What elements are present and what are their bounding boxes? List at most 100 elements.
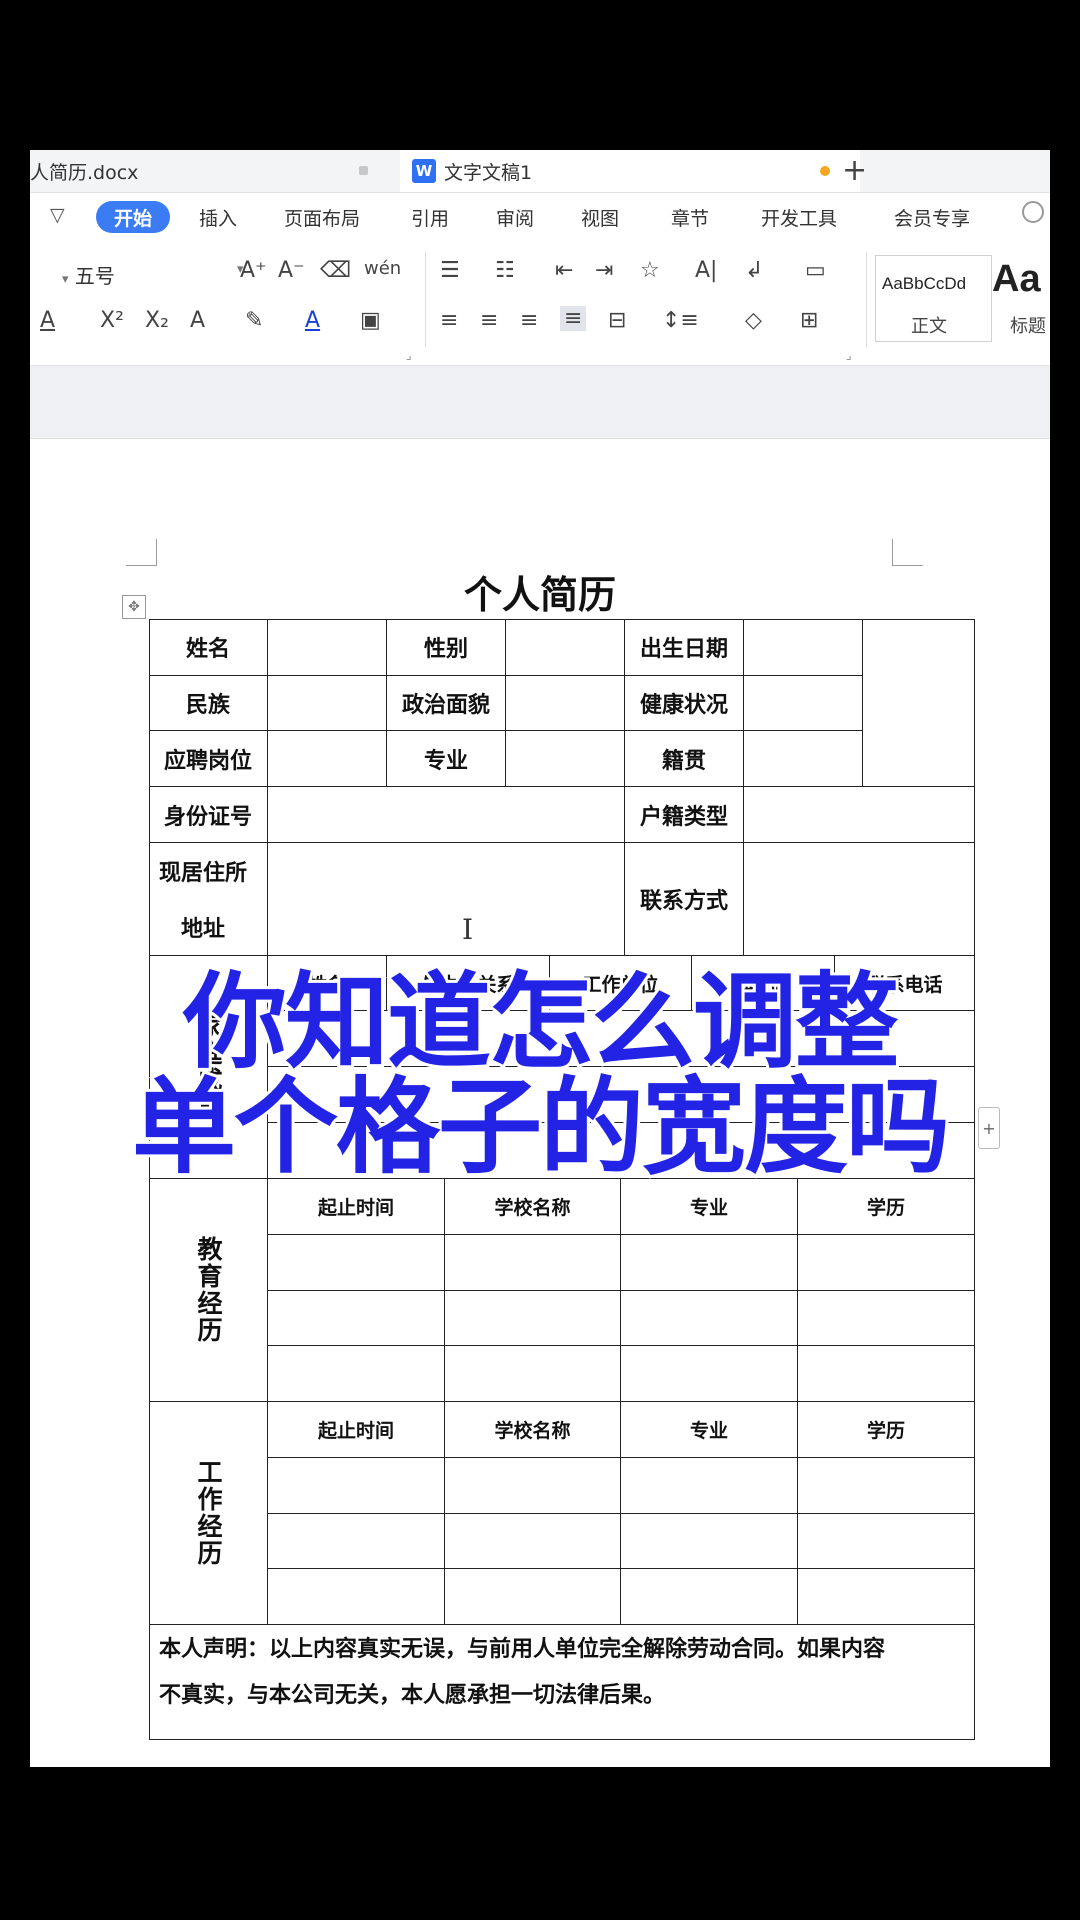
table-cell[interactable] xyxy=(744,731,863,787)
superscript-icon[interactable]: X² xyxy=(100,308,124,333)
table-cell[interactable] xyxy=(798,1346,975,1402)
tab-view[interactable]: 视图 xyxy=(581,204,619,231)
clear-format-icon[interactable]: ⌫ xyxy=(320,258,351,283)
style-name: 正文 xyxy=(911,316,947,337)
margin-corner-mark xyxy=(892,539,923,566)
tab-label: 人简历.docx xyxy=(30,161,139,184)
table-cell[interactable] xyxy=(268,787,625,843)
distributed-icon[interactable]: ⊟ xyxy=(608,308,626,333)
table-cell[interactable] xyxy=(621,1514,798,1569)
label-ethnicity: 民族 xyxy=(149,676,268,731)
table-cell[interactable] xyxy=(798,1569,975,1625)
table-cell[interactable] xyxy=(621,1458,798,1514)
borders-icon[interactable]: ⊞ xyxy=(800,308,818,333)
tab-page-layout[interactable]: 页面布局 xyxy=(284,204,360,231)
photo-cell[interactable] xyxy=(863,619,975,787)
font-size-select[interactable]: ▾ 五号 ▾ xyxy=(62,260,252,290)
label-birth: 出生日期 xyxy=(625,619,744,676)
tab-insert[interactable]: 插入 xyxy=(199,204,237,231)
table-cell[interactable] xyxy=(268,1514,445,1569)
font-dialog-launcher-icon[interactable]: ⌟ xyxy=(406,348,412,362)
table-cell[interactable] xyxy=(268,1235,445,1291)
table-cell[interactable] xyxy=(621,1569,798,1625)
table-cell[interactable] xyxy=(621,1235,798,1291)
tab-review[interactable]: 审阅 xyxy=(496,204,534,231)
table-cell[interactable] xyxy=(744,676,863,731)
paragraph-dialog-launcher-icon[interactable]: ⌟ xyxy=(846,348,852,362)
table-cell[interactable] xyxy=(744,787,975,843)
phonetic-guide-icon[interactable]: wén xyxy=(364,258,401,279)
bullet-list-icon[interactable]: ☰ xyxy=(440,258,460,283)
table-cell[interactable] xyxy=(268,676,387,731)
tab-chapter[interactable]: 章节 xyxy=(671,204,709,231)
table-cell[interactable] xyxy=(445,1291,621,1346)
style-preview: AaBbCcDd xyxy=(882,274,967,293)
tab-label: 文字文稿1 xyxy=(444,161,533,184)
table-cell[interactable] xyxy=(744,843,975,956)
table-cell[interactable] xyxy=(621,1291,798,1346)
show-marks-icon[interactable]: A| xyxy=(695,258,717,283)
line-break-icon[interactable]: ↲ xyxy=(745,258,763,283)
tab-developer[interactable]: 开发工具 xyxy=(761,204,837,231)
tab-resume-docx[interactable]: 人简历.docx xyxy=(30,150,370,192)
tab-references[interactable]: 引用 xyxy=(411,204,449,231)
table-cell[interactable] xyxy=(445,1458,621,1514)
table-cell[interactable] xyxy=(798,1514,975,1569)
table-cell[interactable] xyxy=(798,1235,975,1291)
ruler-area xyxy=(30,366,1050,439)
text-effect-icon[interactable]: A xyxy=(190,308,205,333)
table-cell[interactable] xyxy=(506,619,625,676)
shrink-font-icon[interactable]: A⁻ xyxy=(278,258,305,283)
table-cell[interactable] xyxy=(445,1346,621,1402)
collapse-ribbon-icon[interactable]: ▽ xyxy=(50,204,65,226)
tab-document1[interactable]: W 文字文稿1 xyxy=(400,150,860,192)
table-move-handle-icon[interactable]: ✥ xyxy=(122,595,146,619)
style-heading-preview[interactable]: Aa xyxy=(992,258,1041,301)
table-cell[interactable] xyxy=(268,619,387,676)
font-color-icon[interactable]: A xyxy=(305,308,320,333)
char-shading-icon[interactable]: A xyxy=(40,308,55,333)
table-cell[interactable] xyxy=(506,731,625,787)
table-cell[interactable] xyxy=(268,1569,445,1625)
table-cell[interactable] xyxy=(445,1235,621,1291)
margin-corner-mark xyxy=(126,539,157,566)
table-cell[interactable] xyxy=(268,1291,445,1346)
table-cell[interactable] xyxy=(268,731,387,787)
new-tab-button[interactable]: + xyxy=(842,152,867,190)
table-cell[interactable] xyxy=(445,1514,621,1569)
tab-home[interactable]: 开始 xyxy=(96,201,170,233)
numbered-list-icon[interactable]: ☷ xyxy=(495,258,515,283)
subscript-icon[interactable]: X₂ xyxy=(145,308,169,333)
table-cell[interactable] xyxy=(621,1346,798,1402)
table-cell[interactable] xyxy=(798,1291,975,1346)
decrease-indent-icon[interactable]: ⇤ xyxy=(555,258,573,283)
justify-icon[interactable]: ≡ xyxy=(560,306,587,331)
align-left-icon[interactable]: ≡ xyxy=(440,308,458,333)
caption-line-2: 单个格子的宽度吗 xyxy=(129,1066,953,1188)
shading-icon[interactable]: ◇ xyxy=(745,308,762,333)
table-cell[interactable] xyxy=(744,619,863,676)
line-spacing-icon[interactable]: ↕≡ xyxy=(662,308,699,333)
align-center-icon[interactable]: ≡ xyxy=(480,308,498,333)
declaration-line1: 本人声明：以上内容真实无误，与前用人单位完全解除劳动合同。如果内容 xyxy=(159,1637,886,1662)
search-icon[interactable] xyxy=(1022,201,1044,223)
ruler-icon[interactable]: ▭ xyxy=(805,258,826,283)
table-cell[interactable] xyxy=(798,1458,975,1514)
chinese-layout-icon[interactable]: ☆ xyxy=(640,258,660,283)
style-normal[interactable]: AaBbCcDd 正文 xyxy=(875,255,992,342)
align-right-icon[interactable]: ≡ xyxy=(520,308,538,333)
increase-indent-icon[interactable]: ⇥ xyxy=(595,258,613,283)
highlight-icon[interactable]: ✎ xyxy=(245,308,263,333)
table-cell[interactable] xyxy=(268,1346,445,1402)
table-cell[interactable] xyxy=(268,1458,445,1514)
grow-font-icon[interactable]: A⁺ xyxy=(240,258,267,283)
wps-writer-icon: W xyxy=(412,159,436,183)
work-header-period: 起止时间 xyxy=(268,1402,445,1458)
table-cell[interactable] xyxy=(506,676,625,731)
style-heading-name[interactable]: 标题 xyxy=(1010,312,1046,338)
char-border-icon[interactable]: ▣ xyxy=(360,308,381,333)
tab-member[interactable]: 会员专享 xyxy=(894,204,970,231)
declaration-cell[interactable]: 本人声明：以上内容真实无误，与前用人单位完全解除劳动合同。如果内容 不真实，与本… xyxy=(149,1625,975,1740)
table-cell[interactable] xyxy=(268,843,625,956)
table-cell[interactable] xyxy=(445,1569,621,1625)
